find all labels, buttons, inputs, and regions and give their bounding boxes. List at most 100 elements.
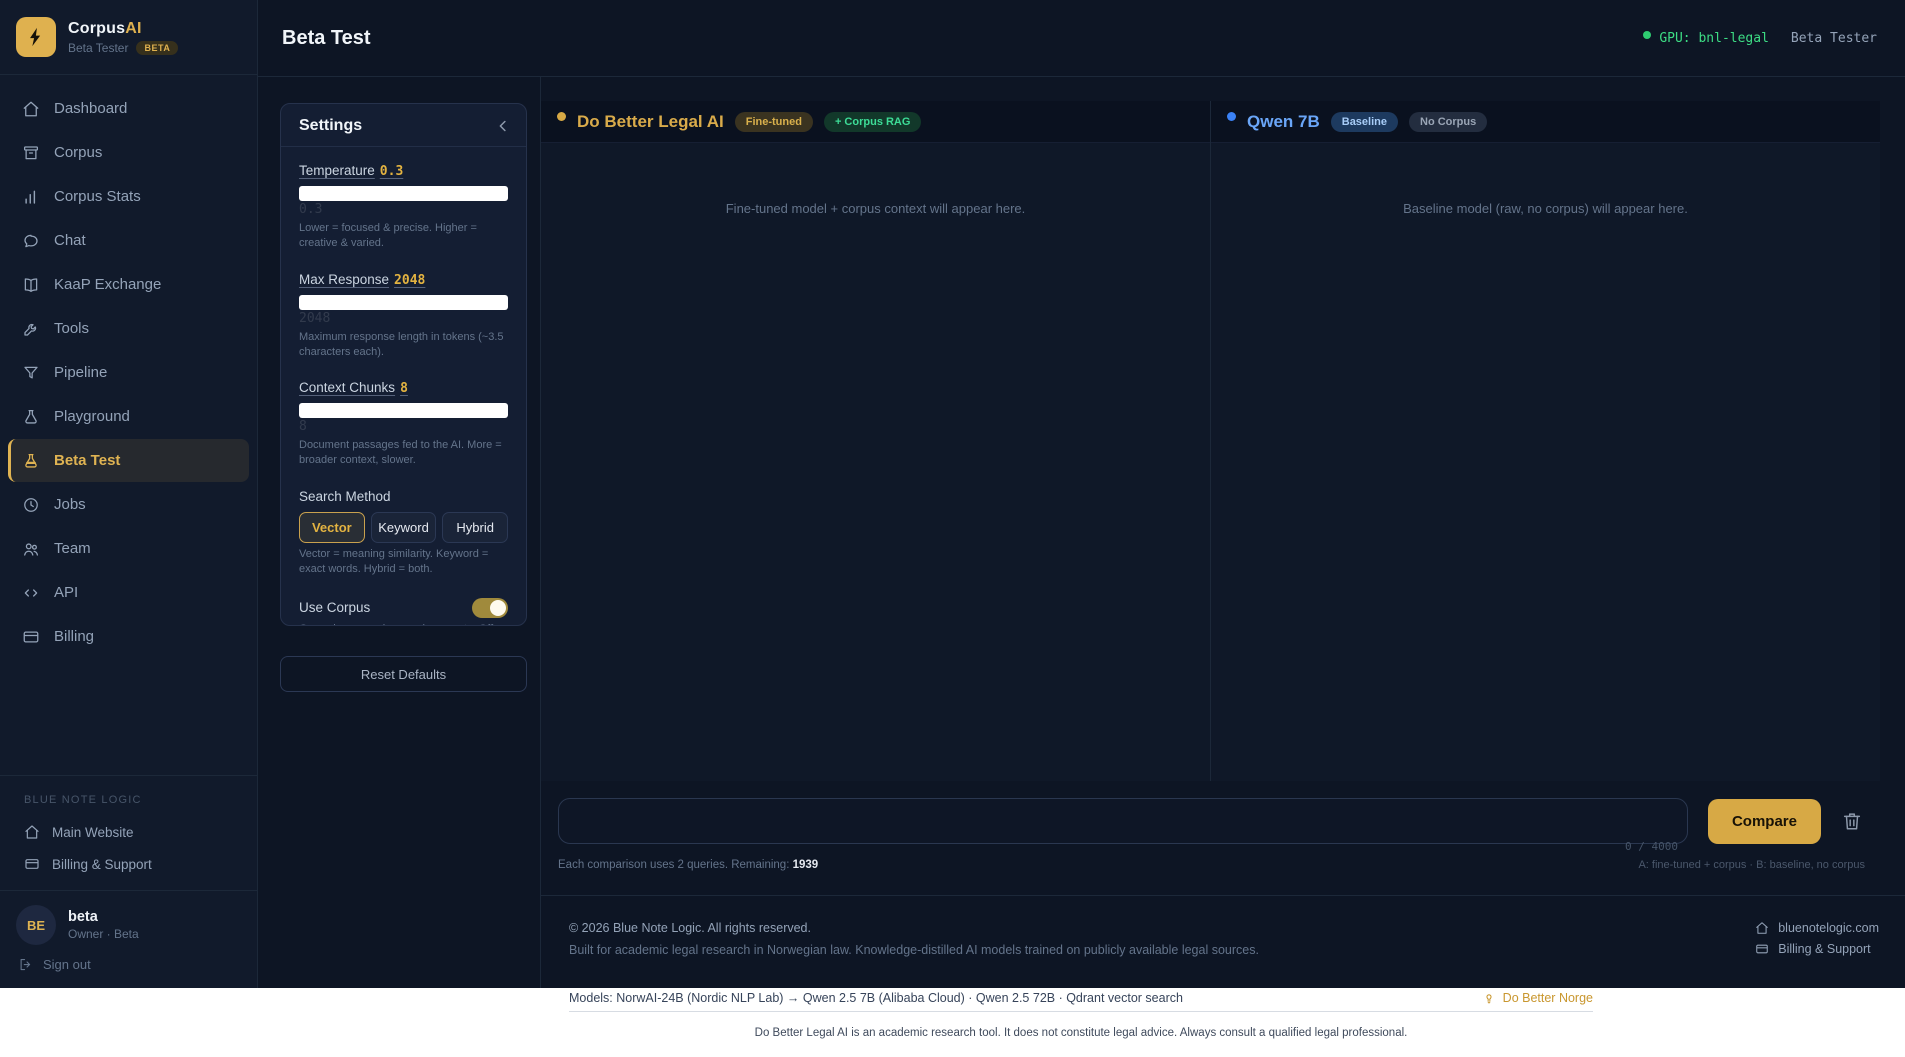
sidebar-item-corpus-stats[interactable]: Corpus Stats [8,175,249,218]
sidebar-item-corpus[interactable]: Corpus [8,131,249,174]
models-info-line: Models: NorwAI-24B (Nordic NLP Lab) → Qw… [569,991,1183,1005]
model-a-dot-icon [557,112,566,121]
max-response-slider[interactable] [299,295,508,310]
sidebar-item-label: Pipeline [54,364,107,381]
sidebar-item-kaap-exchange[interactable]: KaaP Exchange [8,263,249,306]
model-a-placeholder: Fine-tuned model + corpus context will a… [541,201,1210,216]
max-response-help: Maximum response length in tokens (~3.5 … [299,330,508,360]
max-response-ghost-value: 2048 [299,311,508,326]
brand-name-accent: AI [125,20,141,37]
use-corpus-help: Ground answers in your documents. Off = … [299,622,508,626]
context-chunks-help: Document passages fed to the AI. More = … [299,438,508,468]
sidebar-item-tools[interactable]: Tools [8,307,249,350]
funnel-icon [22,364,40,382]
sidebar-item-label: Billing [54,628,94,645]
logout-icon [18,957,33,972]
temperature-label: Temperature [299,163,375,178]
brand-block[interactable]: CorpusAI Beta Tester BETA [0,0,257,75]
search-method-keyword-button[interactable]: Keyword [371,512,437,543]
user-profile[interactable]: BE beta Owner · Beta [16,905,241,945]
credit-card-icon [24,856,40,872]
baseline-badge: Baseline [1331,112,1398,132]
search-method-setting: Search Method Vector Keyword Hybrid Vect… [299,489,508,577]
sidebar-item-beta-test[interactable]: Beta Test [8,439,249,482]
legal-disclaimer: Do Better Legal AI is an academic resear… [569,1027,1593,1039]
use-corpus-setting: Use Corpus Ground answers in your docume… [299,598,508,626]
context-chunks-ghost-value: 8 [299,419,508,434]
compare-button[interactable]: Compare [1708,799,1821,844]
trash-icon[interactable] [1841,810,1863,832]
chat-bubble-icon [22,232,40,250]
sign-out-button[interactable]: Sign out [16,957,241,972]
org-link-label: Main Website [52,825,134,840]
footer-link-label: Do Better Norge [1503,991,1593,1005]
sidebar-item-label: API [54,584,78,601]
composer: 0 / 4000 Compare [541,781,1905,844]
footer-link-label: bluenotelogic.com [1778,921,1879,935]
footer-link-website[interactable]: bluenotelogic.com [1755,921,1879,935]
topbar: Beta Test GPU: bnl-legal Beta Tester [258,0,1905,77]
compare-area: Do Better Legal AI Fine-tuned + Corpus R… [540,77,1905,988]
sidebar-item-dashboard[interactable]: Dashboard [8,87,249,130]
archive-icon [22,144,40,162]
no-corpus-badge: No Corpus [1409,112,1487,132]
footer-link-do-better-norge[interactable]: Do Better Norge [1482,991,1593,1005]
corpus-rag-badge: + Corpus RAG [824,112,921,132]
lightning-bolt-icon [16,17,56,57]
avatar: BE [16,905,56,945]
sidebar-item-label: Chat [54,232,86,249]
book-icon [22,276,40,294]
billing-support-link[interactable]: Billing & Support [16,848,241,880]
model-b-placeholder: Baseline model (raw, no corpus) will app… [1211,201,1880,216]
wrench-icon [22,320,40,338]
code-icon [22,584,40,602]
settings-title: Settings [299,117,362,135]
sidebar-item-pipeline[interactable]: Pipeline [8,351,249,394]
clock-icon [22,496,40,514]
sidebar-item-team[interactable]: Team [8,527,249,570]
queries-remaining-note: Each comparison uses 2 queries. Remainin… [558,859,818,871]
sidebar-item-billing[interactable]: Billing [8,615,249,658]
context-chunks-slider[interactable] [299,403,508,418]
reset-defaults-button[interactable]: Reset Defaults [280,656,527,692]
brand-name-primary: Corpus [68,20,125,37]
home-icon [1755,921,1769,935]
sidebar-nav: Dashboard Corpus Corpus Stats Chat KaaP … [0,75,257,659]
gpu-online-dot-icon [1643,31,1651,39]
settings-panel: Settings Temperature0.3 0.3 Lower = focu… [280,103,527,626]
main-website-link[interactable]: Main Website [16,816,241,848]
sidebar-item-label: Playground [54,408,130,425]
sidebar-item-chat[interactable]: Chat [8,219,249,262]
flask-icon [22,408,40,426]
sidebar-item-label: Beta Test [54,452,120,469]
brand-name: CorpusAI [68,20,178,38]
user-name: beta [68,909,139,925]
search-method-hybrid-button[interactable]: Hybrid [442,512,508,543]
settings-column: Settings Temperature0.3 0.3 Lower = focu… [258,77,540,988]
footer-link-billing[interactable]: Billing & Support [1755,942,1870,956]
copyright-text: © 2026 Blue Note Logic. All rights reser… [569,921,1259,935]
bar-chart-icon [22,188,40,206]
collapse-panel-button[interactable] [494,117,512,135]
temperature-slider[interactable] [299,186,508,201]
search-method-vector-button[interactable]: Vector [299,512,365,543]
footer-description: Built for academic legal research in Nor… [569,943,1259,957]
home-icon [24,824,40,840]
app-shell: CorpusAI Beta Tester BETA Dashboard Corp… [0,0,1905,988]
user-section: BE beta Owner · Beta Sign out [0,890,257,988]
footer: © 2026 Blue Note Logic. All rights reser… [541,895,1905,988]
max-response-setting: Max Response2048 2048 Maximum response l… [299,272,508,360]
credit-card-icon [22,628,40,646]
sidebar-item-jobs[interactable]: Jobs [8,483,249,526]
use-corpus-label: Use Corpus [299,600,370,615]
use-corpus-toggle[interactable] [472,598,508,618]
sidebar-item-playground[interactable]: Playground [8,395,249,438]
sidebar-item-api[interactable]: API [8,571,249,614]
gpu-status-label: GPU: bnl-legal [1659,31,1769,46]
model-a-title: Do Better Legal AI [577,112,724,132]
org-section: BLUE NOTE LOGIC Main Website Billing & S… [0,775,257,890]
search-method-label: Search Method [299,489,508,504]
sidebar-item-label: Jobs [54,496,86,513]
query-input[interactable] [558,798,1688,844]
brand-subtitle: Beta Tester [68,41,128,55]
